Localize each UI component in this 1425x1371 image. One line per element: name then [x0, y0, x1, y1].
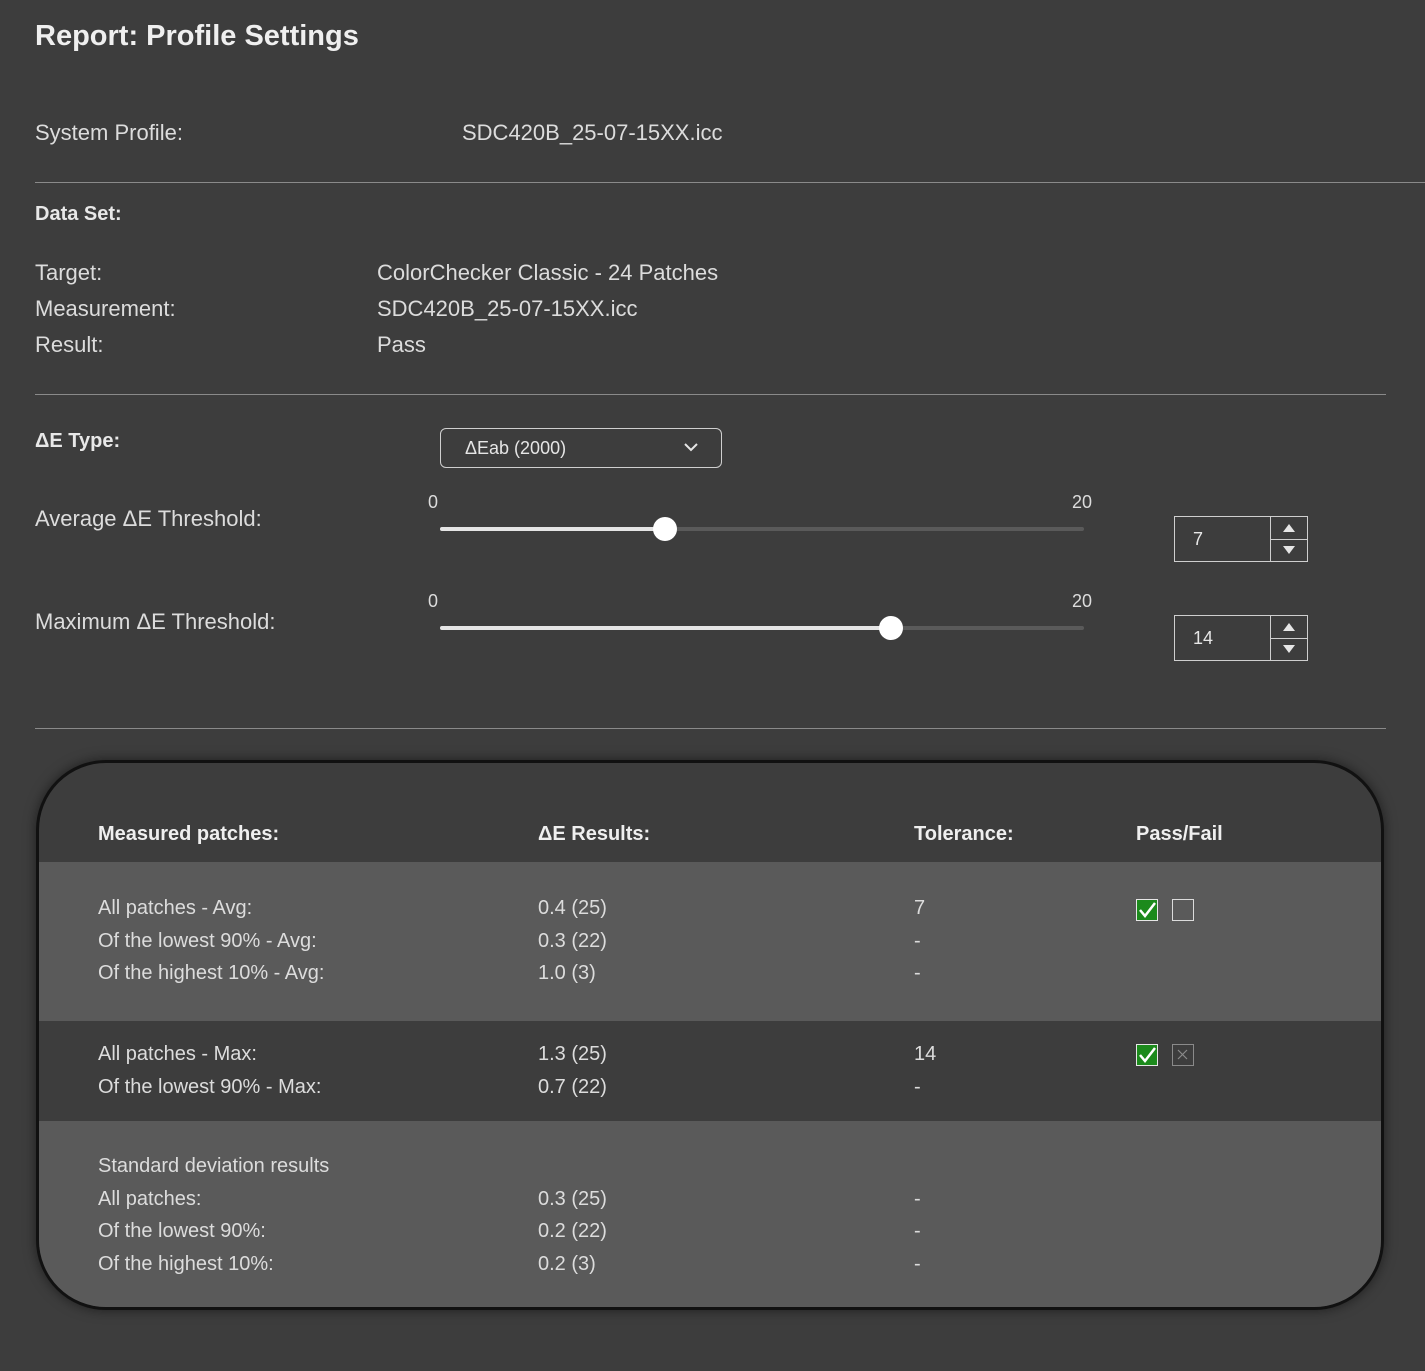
max-tolerance: 14 - [914, 1038, 936, 1103]
col-header-passfail: Pass/Fail [1136, 823, 1223, 845]
max-slider-min: 0 [428, 591, 439, 611]
list-item: Of the highest 10%: [98, 1252, 274, 1275]
col-header-patches: Measured patches: [98, 823, 280, 845]
max-threshold-stepper[interactable]: 14 [1174, 615, 1308, 661]
system-profile-label: System Profile: [35, 120, 183, 145]
fail-checkbox[interactable] [1172, 899, 1194, 921]
measurement-value: SDC420B_25-07-15XX.icc [377, 296, 638, 321]
result-value: Pass [377, 332, 426, 357]
avg-slider-max: 20 [1072, 492, 1093, 512]
system-profile-value: SDC420B_25-07-15XX.icc [462, 120, 723, 145]
max-slider-max: 20 [1072, 591, 1093, 611]
std-values: 0.3 (25) 0.2 (22) 0.2 (3) [538, 1183, 607, 1281]
list-item: - [914, 1220, 921, 1242]
list-item: All patches: [98, 1187, 202, 1210]
list-item: Of the lowest 90%: [98, 1220, 266, 1242]
std-labels: Standard deviation results All patches: … [98, 1150, 329, 1280]
decrement-button[interactable] [1271, 538, 1307, 562]
list-item: 0.4 (25) [538, 897, 607, 919]
avg-results-group: All patches - Avg: Of the lowest 90% - A… [39, 862, 1381, 1021]
list-item: Of the lowest 90% - Max: [98, 1075, 322, 1098]
list-item: All patches - Avg: [98, 897, 253, 919]
avg-tolerance: 7 - - [914, 892, 925, 990]
pass-checkbox[interactable] [1136, 1044, 1158, 1066]
de-type-dropdown[interactable]: ΔEab (2000) [440, 428, 722, 468]
triangle-down-icon [1283, 644, 1295, 653]
list-item: Of the lowest 90% - Avg: [98, 929, 317, 952]
list-item: 14 [914, 1043, 937, 1065]
divider [35, 394, 1386, 395]
list-item: 0.2 (22) [538, 1220, 607, 1242]
list-item: 7 [914, 897, 926, 919]
max-labels: All patches - Max: Of the lowest 90% - M… [98, 1038, 321, 1103]
std-tolerance: - - - [914, 1183, 921, 1281]
decrement-button[interactable] [1271, 637, 1307, 661]
checkmark-icon [1139, 1047, 1156, 1063]
de-type-selected: ΔEab (2000) [465, 437, 567, 458]
max-threshold-slider[interactable] [440, 616, 1084, 640]
avg-labels: All patches - Avg: Of the lowest 90% - A… [98, 892, 324, 990]
increment-button[interactable] [1271, 616, 1307, 638]
list-item: Of the highest 10% - Avg: [98, 962, 325, 984]
avg-threshold-label: Average ΔE Threshold: [35, 506, 262, 531]
avg-slider-fill [440, 527, 666, 531]
list-item: 0.7 (22) [538, 1075, 607, 1098]
max-values: 1.3 (25) 0.7 (22) [538, 1038, 607, 1103]
list-item: 0.2 (3) [538, 1252, 596, 1275]
std-results-group: Standard deviation results All patches: … [39, 1121, 1381, 1307]
list-item: 1.0 (3) [538, 962, 596, 984]
avg-threshold-slider[interactable] [440, 517, 1084, 541]
avg-threshold-input[interactable]: 7 [1175, 517, 1270, 561]
avg-values: 0.4 (25) 0.3 (22) 1.0 (3) [538, 892, 607, 990]
max-threshold-label: Maximum ΔE Threshold: [35, 609, 276, 634]
list-item: - [914, 1187, 921, 1210]
max-slider-fill [440, 626, 891, 630]
triangle-down-icon [1283, 545, 1295, 554]
target-value: ColorChecker Classic - 24 Patches [377, 260, 719, 285]
triangle-up-icon [1283, 524, 1295, 533]
checkmark-icon [1139, 902, 1156, 918]
target-label: Target: [35, 260, 103, 285]
col-header-tolerance: Tolerance: [914, 823, 1014, 845]
list-item: - [914, 1075, 921, 1098]
col-header-results: ΔE Results: [538, 823, 651, 845]
list-item: - [914, 962, 921, 984]
de-type-label: ΔE Type: [35, 430, 121, 452]
list-item: - [914, 1252, 921, 1275]
list-item: All patches - Max: [98, 1043, 257, 1065]
cross-icon [1177, 1049, 1188, 1060]
avg-slider-min: 0 [428, 492, 439, 512]
result-label: Result: [35, 332, 104, 357]
measurement-label: Measurement: [35, 296, 176, 321]
data-set-heading: Data Set: [35, 203, 122, 225]
triangle-up-icon [1283, 623, 1295, 632]
max-slider-thumb[interactable] [878, 616, 903, 640]
increment-button[interactable] [1271, 517, 1307, 539]
max-results-group: All patches - Max: Of the lowest 90% - M… [39, 1021, 1381, 1121]
divider [35, 182, 1425, 183]
pass-checkbox[interactable] [1136, 899, 1158, 921]
std-heading: Standard deviation results [98, 1155, 330, 1177]
max-threshold-input[interactable]: 14 [1175, 616, 1270, 660]
list-item: - [914, 929, 921, 952]
chevron-down-icon [684, 443, 698, 452]
divider [35, 728, 1386, 729]
list-item: 0.3 (22) [538, 929, 607, 952]
avg-slider-thumb[interactable] [653, 517, 678, 541]
list-item: 0.3 (25) [538, 1187, 607, 1210]
fail-checkbox[interactable] [1172, 1044, 1194, 1066]
avg-threshold-stepper[interactable]: 7 [1174, 516, 1308, 562]
results-panel: Measured patches: ΔE Results: Tolerance:… [36, 760, 1384, 1310]
page-title: Report: Profile Settings [35, 20, 359, 52]
list-item: 1.3 (25) [538, 1043, 607, 1065]
